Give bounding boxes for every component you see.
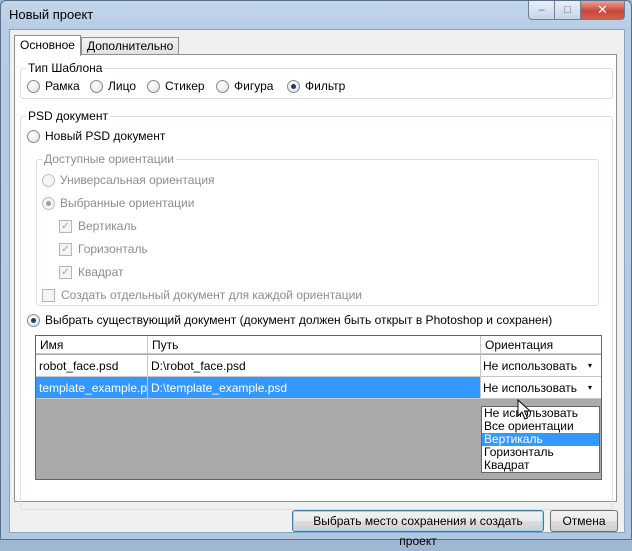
radio-circle[interactable] [147,79,160,93]
cancel-button[interactable]: Отмена [550,510,618,532]
column-header-name[interactable]: Имя [36,336,148,354]
radio-sticker-label: Стикер [165,79,205,93]
radio-frame[interactable]: Рамка [27,79,80,93]
checkbox-separate-doc-label: Создать отдельный документ для каждой ор… [61,288,363,302]
create-project-button[interactable]: Выбрать место сохранения и создать проек… [292,510,544,548]
maximize-icon: □ [564,4,571,16]
window-title: Новый проект [9,7,94,22]
cell-path[interactable]: D:\robot_face.psd [148,355,481,377]
minimize-icon: – [538,4,545,16]
orientation-combo[interactable]: Не использовать ▾ [481,377,598,398]
checkbox-horizontal-label: Горизонталь [78,242,148,256]
tab-main[interactable]: Основное [14,35,81,56]
checkbox-square[interactable]: ✓ Квадрат [59,265,124,279]
checkbox-box[interactable] [42,288,55,302]
close-icon: ✕ [597,2,608,17]
cell-name[interactable]: robot_face.psd [36,355,148,377]
radio-existing-doc-label: Выбрать существующий документ (документ … [45,313,553,327]
check-icon[interactable]: ✓ [59,219,72,233]
radio-circle[interactable] [42,173,55,187]
table-row[interactable]: robot_face.psd D:\robot_face.psd Не испо… [36,355,601,377]
radio-filter[interactable]: Фильтр [287,79,345,93]
chevron-down-icon[interactable]: ▾ [582,377,598,398]
radio-circle[interactable] [216,79,229,93]
psd-group-label: PSD документ [26,109,110,123]
orientations-group: Доступные ориентации Универсальная ориен… [36,152,599,306]
checkbox-separate-doc[interactable]: Создать отдельный документ для каждой ор… [42,288,362,302]
radio-selected-orientations[interactable]: Выбранные ориентации [42,196,194,210]
mouse-cursor-icon [517,399,531,420]
radio-face-label: Лицо [108,79,136,93]
radio-existing-doc[interactable]: Выбрать существующий документ (документ … [27,313,552,327]
caption-buttons: – □ ✕ [528,1,625,20]
radio-circle-checked[interactable] [27,313,40,327]
dialog-window: Новый проект – □ ✕ Основное Дополнительн… [0,0,632,548]
radio-circle[interactable] [90,79,103,93]
cell-orientation[interactable]: Не использовать ▾ [481,377,601,399]
tab-advanced[interactable]: Дополнительно [80,37,180,55]
checkbox-vertical-label: Вертикаль [78,219,137,233]
template-type-group: Тип Шаблона Рамка Лицо Стикер Фигура Фил… [20,61,613,99]
radio-universal-label: Универсальная ориентация [60,173,215,187]
radio-sticker[interactable]: Стикер [147,79,205,93]
cell-path[interactable]: D:\template_example.psd [148,377,481,399]
radio-face[interactable]: Лицо [90,79,136,93]
radio-circle[interactable] [27,79,40,93]
orientation-combo-value: Не использовать [483,381,577,395]
radio-circle-checked[interactable] [287,79,300,93]
column-header-path[interactable]: Путь [148,336,481,354]
checkbox-square-label: Квадрат [78,265,124,279]
checkbox-vertical[interactable]: ✓ Вертикаль [59,219,137,233]
maximize-button[interactable]: □ [555,1,581,20]
radio-circle[interactable] [27,129,40,143]
radio-universal-orientation[interactable]: Универсальная ориентация [42,173,215,187]
checkbox-horizontal[interactable]: ✓ Горизонталь [59,242,148,256]
check-icon[interactable]: ✓ [59,242,72,256]
radio-shape-label: Фигура [234,79,274,93]
orientations-label: Доступные ориентации [42,152,176,166]
minimize-button[interactable]: – [528,1,555,20]
check-icon[interactable]: ✓ [59,265,72,279]
orientation-combo[interactable]: Не использовать ▾ [481,355,598,376]
orientation-combo-value: Не использовать [483,359,577,373]
tab-strip: Основное Дополнительно [14,35,180,56]
close-button[interactable]: ✕ [581,1,625,20]
orientation-dropdown-list[interactable]: Не использовать Все ориентации Вертикаль… [481,406,600,473]
column-header-orientation[interactable]: Ориентация [481,336,601,354]
cell-orientation[interactable]: Не использовать ▾ [481,355,601,377]
table-row-selected[interactable]: template_example.psd D:\template_example… [36,377,601,399]
template-type-label: Тип Шаблона [26,61,105,75]
radio-circle-checked[interactable] [42,196,55,210]
dialog-client: Основное Дополнительно Тип Шаблона Рамка… [9,29,625,548]
radio-new-psd[interactable]: Новый PSD документ [27,129,165,143]
cell-name[interactable]: template_example.psd [36,377,148,399]
chevron-down-icon[interactable]: ▾ [582,355,598,376]
radio-frame-label: Рамка [45,79,80,93]
radio-shape[interactable]: Фигура [216,79,273,93]
grid-header: Имя Путь Ориентация [36,336,601,354]
radio-selected-label: Выбранные ориентации [60,196,195,210]
dropdown-option-square[interactable]: Квадрат [482,459,599,472]
radio-filter-label: Фильтр [305,79,346,93]
radio-new-psd-label: Новый PSD документ [45,129,166,143]
tab-panel-main: Тип Шаблона Рамка Лицо Стикер Фигура Фил… [14,54,617,510]
